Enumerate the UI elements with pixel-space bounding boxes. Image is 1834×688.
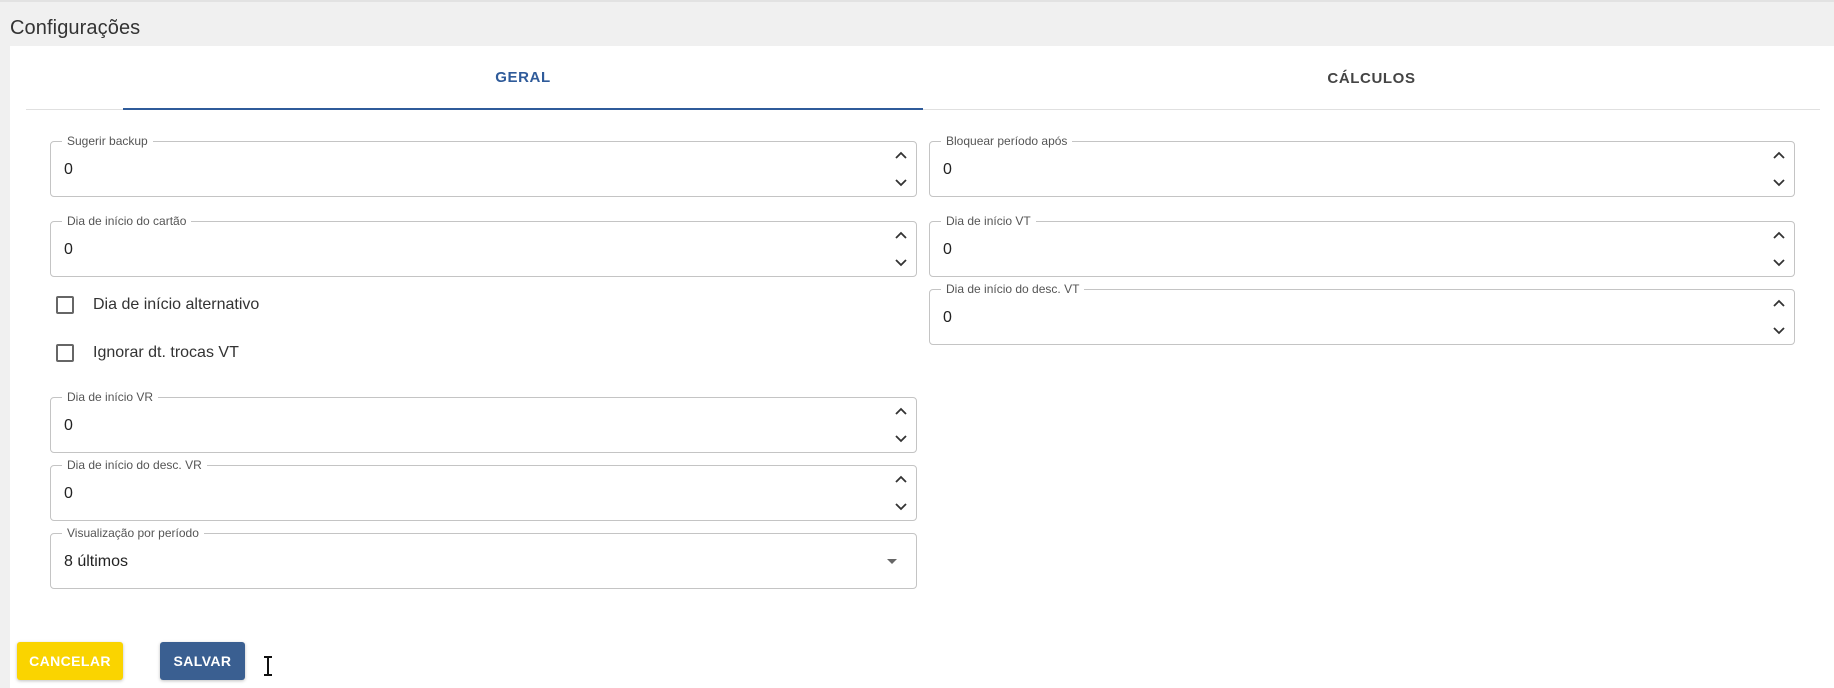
chevron-down-icon[interactable] bbox=[894, 502, 908, 512]
chevron-up-icon[interactable] bbox=[894, 230, 908, 240]
field-value[interactable]: 0 bbox=[64, 240, 73, 260]
field-value[interactable]: 0 bbox=[64, 484, 73, 504]
chevron-up-icon[interactable] bbox=[894, 150, 908, 160]
chevron-down-icon[interactable] bbox=[1772, 178, 1786, 188]
top-divider bbox=[0, 0, 1834, 2]
page: Configurações GERAL CÁLCULOS Sugerir bac… bbox=[0, 0, 1834, 688]
number-spinner[interactable] bbox=[892, 468, 910, 518]
field-label: Dia de início do desc. VR bbox=[62, 458, 207, 472]
chevron-down-icon[interactable] bbox=[1772, 258, 1786, 268]
number-spinner[interactable] bbox=[892, 400, 910, 450]
chevron-down-icon[interactable] bbox=[894, 178, 908, 188]
chevron-down-icon[interactable] bbox=[1772, 326, 1786, 336]
save-button[interactable]: SALVAR bbox=[160, 642, 245, 680]
cancel-button[interactable]: CANCELAR bbox=[17, 642, 123, 680]
chevron-up-icon[interactable] bbox=[894, 406, 908, 416]
field-label: Dia de início do desc. VT bbox=[941, 282, 1085, 296]
number-spinner[interactable] bbox=[892, 224, 910, 274]
dia-inicio-cartao-field[interactable]: Dia de início do cartão 0 bbox=[50, 214, 917, 277]
field-value[interactable]: 0 bbox=[64, 160, 73, 180]
chevron-up-icon[interactable] bbox=[1772, 230, 1786, 240]
sugerir-backup-field[interactable]: Sugerir backup 0 bbox=[50, 134, 917, 197]
dia-inicio-desc-vr-field[interactable]: Dia de início do desc. VR 0 bbox=[50, 458, 917, 521]
number-spinner[interactable] bbox=[1770, 292, 1788, 342]
number-spinner[interactable] bbox=[1770, 224, 1788, 274]
chevron-down-icon[interactable] bbox=[894, 434, 908, 444]
field-value[interactable]: 0 bbox=[943, 240, 952, 260]
field-label: Bloquear período após bbox=[941, 134, 1073, 148]
select-value[interactable]: 8 últimos bbox=[64, 552, 128, 572]
ignorar-trocas-vt-checkbox[interactable]: Ignorar dt. trocas VT bbox=[55, 341, 239, 365]
text-cursor-icon bbox=[264, 656, 272, 676]
dia-inicio-alternativo-checkbox[interactable]: Dia de início alternativo bbox=[55, 293, 259, 317]
number-spinner[interactable] bbox=[1770, 144, 1788, 194]
checkbox-box[interactable] bbox=[56, 344, 74, 362]
checkbox-box[interactable] bbox=[56, 296, 74, 314]
page-title: Configurações bbox=[10, 17, 141, 39]
chevron-up-icon[interactable] bbox=[1772, 298, 1786, 308]
field-label: Dia de início VR bbox=[62, 390, 159, 404]
checkbox-label: Ignorar dt. trocas VT bbox=[93, 344, 239, 361]
number-spinner[interactable] bbox=[892, 144, 910, 194]
visualizacao-select[interactable]: Visualização por período 8 últimos bbox=[50, 526, 917, 589]
tab-bar: GERAL CÁLCULOS bbox=[26, 46, 1820, 110]
dia-inicio-vr-field[interactable]: Dia de início VR 0 bbox=[50, 390, 917, 453]
field-label: Visualização por período bbox=[62, 526, 204, 540]
chevron-down-icon[interactable] bbox=[894, 258, 908, 268]
dia-inicio-desc-vt-field[interactable]: Dia de início do desc. VT 0 bbox=[929, 282, 1795, 345]
field-value[interactable]: 0 bbox=[943, 308, 952, 328]
tab-calculos[interactable]: CÁLCULOS bbox=[923, 46, 1820, 110]
bloquear-periodo-field[interactable]: Bloquear período após 0 bbox=[929, 134, 1795, 197]
field-label: Dia de início do cartão bbox=[62, 214, 192, 228]
checkbox-label: Dia de início alternativo bbox=[93, 296, 260, 313]
dia-inicio-vt-field[interactable]: Dia de início VT 0 bbox=[929, 214, 1795, 277]
tab-geral[interactable]: GERAL bbox=[123, 46, 923, 110]
field-label: Sugerir backup bbox=[62, 134, 153, 148]
caret-down-icon[interactable] bbox=[886, 558, 898, 566]
chevron-up-icon[interactable] bbox=[894, 474, 908, 484]
field-label: Dia de início VT bbox=[941, 214, 1036, 228]
field-value[interactable]: 0 bbox=[64, 416, 73, 436]
chevron-up-icon[interactable] bbox=[1772, 150, 1786, 160]
field-value[interactable]: 0 bbox=[943, 160, 952, 180]
